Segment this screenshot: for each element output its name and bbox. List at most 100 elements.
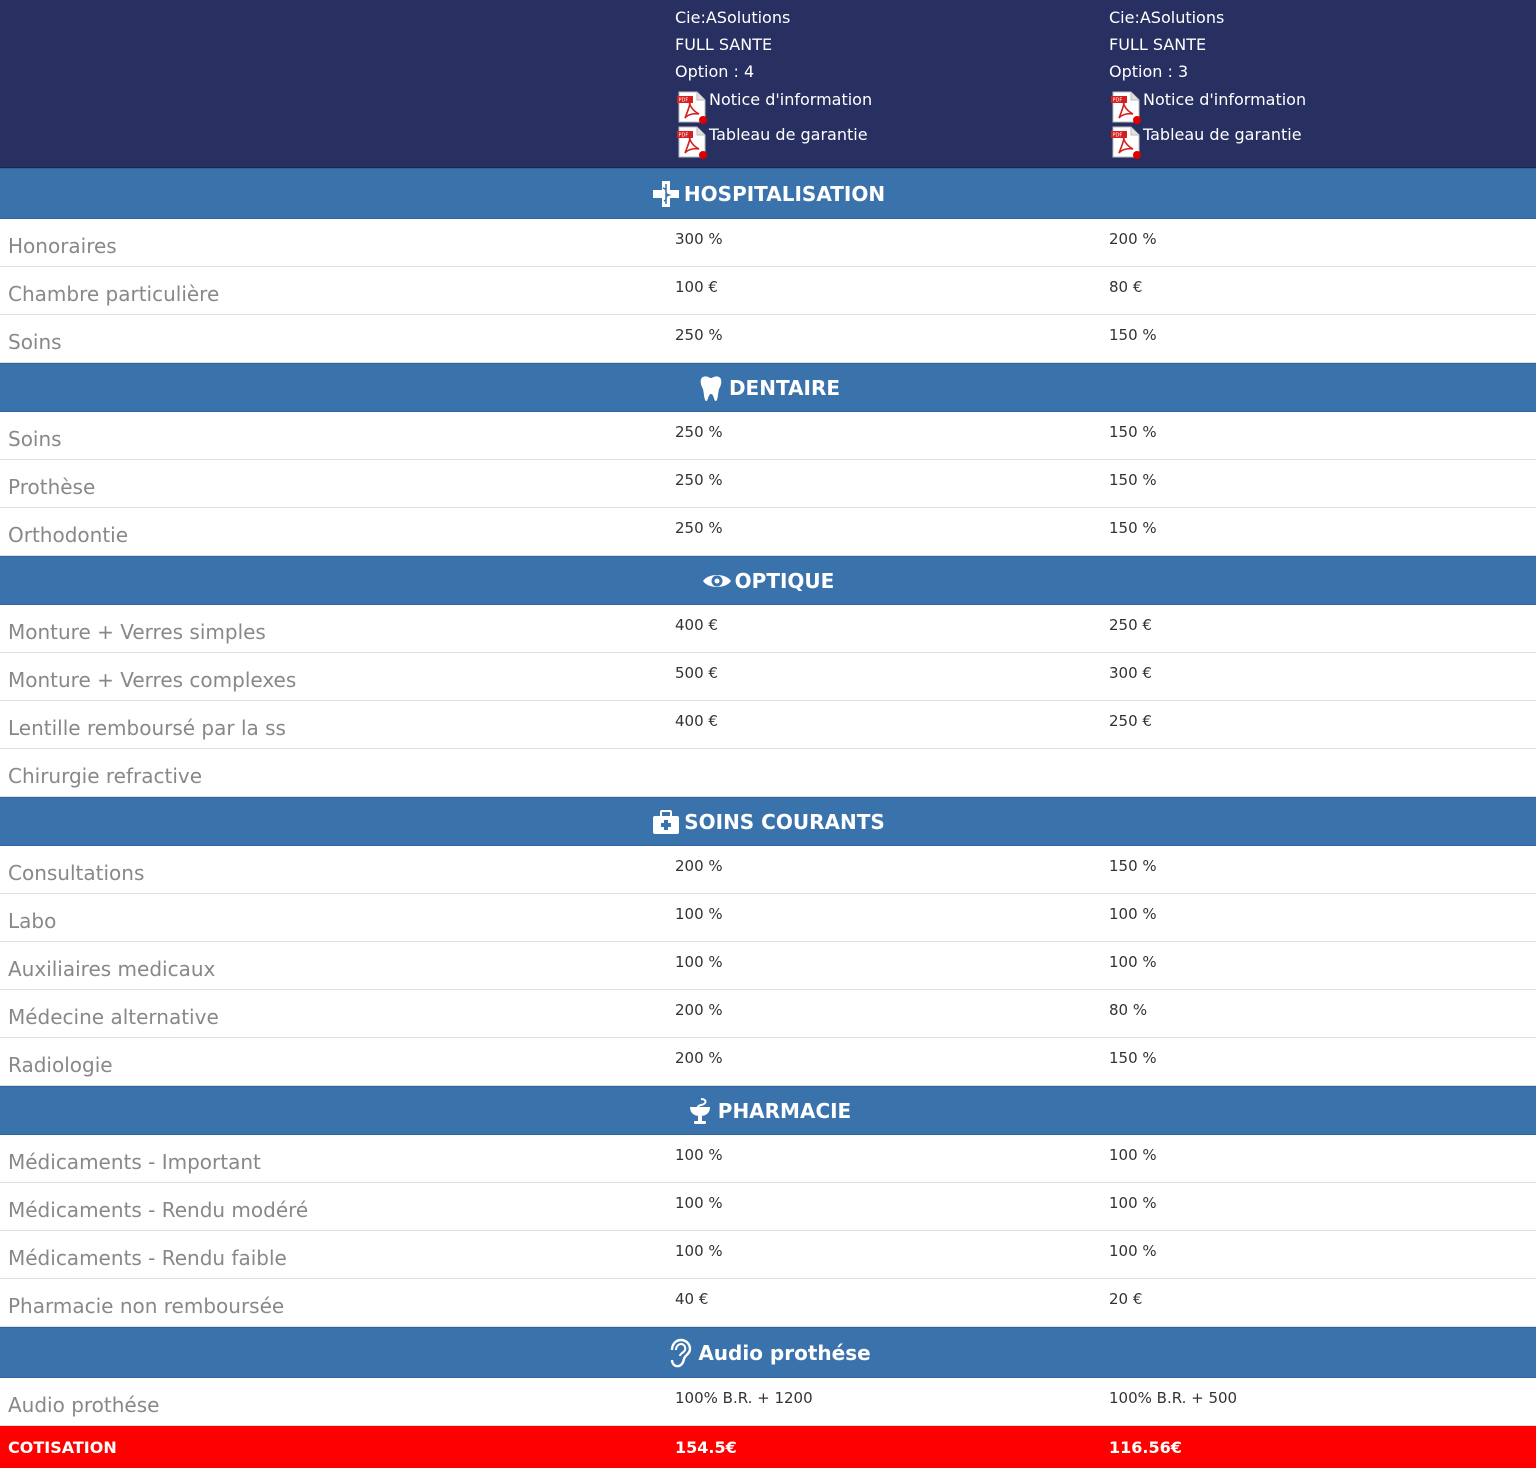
section-title: Audio prothése	[698, 1340, 871, 1365]
row-value-plan-2: 200 %	[1109, 230, 1157, 248]
table-row: Soins 250 % 150 %	[0, 315, 1536, 363]
row-label: Pharmacie non remboursée	[8, 1294, 285, 1318]
table-row: Médicaments - Rendu modéré 100 % 100 %	[0, 1183, 1536, 1231]
section-title: SOINS COURANTS	[684, 809, 885, 834]
tableau-garantie-label: Tableau de garantie	[709, 125, 868, 144]
svg-text:PDF: PDF	[1113, 133, 1123, 139]
table-row: Médicaments - Important 100 % 100 %	[0, 1135, 1536, 1183]
row-value-plan-1: 200 %	[675, 1049, 723, 1067]
row-value-plan-1: 200 %	[675, 857, 723, 875]
plan-option: Option : 3	[1109, 62, 1189, 81]
cotisation-value-plan-2: 116.56€	[1109, 1438, 1182, 1457]
svg-text:PDF: PDF	[679, 133, 689, 139]
tableau-garantie-link[interactable]: PDF Tableau de garantie	[675, 125, 868, 159]
table-row: Soins 250 % 150 %	[0, 412, 1536, 460]
row-value-plan-1: 250 %	[675, 326, 723, 344]
svg-text:PDF: PDF	[679, 98, 689, 104]
row-value-plan-2: 100% B.R. + 500	[1109, 1389, 1238, 1407]
tooth-icon	[700, 375, 722, 401]
row-label: Orthodontie	[8, 523, 129, 547]
row-label: Labo	[8, 909, 57, 933]
row-label: Honoraires	[8, 234, 117, 258]
section-title: OPTIQUE	[734, 568, 835, 593]
table-row: Monture + Verres simples 400 € 250 €	[0, 605, 1536, 653]
row-value-plan-1: 100 %	[675, 1242, 723, 1260]
row-value-plan-2: 150 %	[1109, 857, 1157, 875]
section-header-audio-prothese: Audio prothése	[0, 1327, 1536, 1378]
row-value-plan-2: 250 €	[1109, 712, 1152, 730]
row-value-plan-2: 150 %	[1109, 1049, 1157, 1067]
notice-information-link[interactable]: PDF Notice d'information	[675, 90, 872, 124]
medical-kit-icon	[653, 809, 680, 834]
row-value-plan-1: 300 %	[675, 230, 723, 248]
row-value-plan-1: 250 %	[675, 519, 723, 537]
row-label: Médicaments - Rendu faible	[8, 1246, 287, 1270]
row-value-plan-1: 100% B.R. + 1200	[675, 1389, 813, 1407]
row-value-plan-1: 200 %	[675, 1001, 723, 1019]
row-value-plan-2: 100 %	[1109, 905, 1157, 923]
row-label: Médicaments - Rendu modéré	[8, 1198, 309, 1222]
pharmacy-bowl-icon	[689, 1097, 710, 1124]
section-header-hospitalisation: HOSPITALISATION	[0, 168, 1536, 219]
row-label: Monture + Verres simples	[8, 620, 266, 644]
section-title: DENTAIRE	[728, 375, 841, 400]
tableau-garantie-link[interactable]: PDF Tableau de garantie	[1109, 125, 1302, 159]
plans-header: Cie:ASolutions FULL SANTE Option : 4 PDF…	[0, 0, 1536, 168]
pdf-icon: PDF	[1111, 91, 1141, 124]
row-value-plan-1: 250 %	[675, 423, 723, 441]
tableau-garantie-label: Tableau de garantie	[1143, 125, 1302, 144]
row-label: Soins	[8, 427, 62, 451]
row-value-plan-1: 100 %	[675, 905, 723, 923]
notice-information-link[interactable]: PDF Notice d'information	[1109, 90, 1306, 124]
section-title: HOSPITALISATION	[683, 181, 886, 206]
row-value-plan-2: 100 %	[1109, 1146, 1157, 1164]
table-row: Chambre particulière 100 € 80 €	[0, 267, 1536, 315]
ear-icon	[671, 1338, 692, 1367]
table-row: Monture + Verres complexes 500 € 300 €	[0, 653, 1536, 701]
notice-information-label: Notice d'information	[1143, 90, 1307, 109]
row-value-plan-1: 100 %	[675, 1146, 723, 1164]
row-value-plan-2: 300 €	[1109, 664, 1152, 682]
table-row: Consultations 200 % 150 %	[0, 846, 1536, 894]
table-row: Radiologie 200 % 150 %	[0, 1038, 1536, 1086]
row-value-plan-2: 100 %	[1109, 1242, 1157, 1260]
pdf-icon: PDF	[677, 91, 707, 124]
section-header-pharmacie: PHARMACIE	[0, 1086, 1536, 1135]
row-value-plan-2: 150 %	[1109, 471, 1157, 489]
row-value-plan-2: 250 €	[1109, 616, 1152, 634]
row-label: Médicaments - Important	[8, 1150, 261, 1174]
cotisation-row: COTISATION 154.5€ 116.56€	[0, 1426, 1536, 1468]
row-value-plan-1: 100 €	[675, 278, 718, 296]
table-row: Labo 100 % 100 %	[0, 894, 1536, 942]
plan-column-2: Cie:ASolutions FULL SANTE Option : 3 PDF…	[1109, 0, 1529, 167]
table-row: Orthodontie 250 % 150 %	[0, 508, 1536, 556]
row-label: Chambre particulière	[8, 282, 220, 306]
row-value-plan-1: 100 %	[675, 953, 723, 971]
plan-option: Option : 4	[675, 62, 755, 81]
row-label: Chirurgie refractive	[8, 764, 203, 788]
row-value-plan-2: 20 €	[1109, 1290, 1143, 1308]
cotisation-label: COTISATION	[8, 1438, 117, 1457]
table-row: Honoraires 300 % 200 %	[0, 219, 1536, 267]
row-label: Audio prothése	[8, 1393, 160, 1417]
section-header-dentaire: DENTAIRE	[0, 363, 1536, 412]
plan-column-1: Cie:ASolutions FULL SANTE Option : 4 PDF…	[675, 0, 1095, 167]
section-header-optique: OPTIQUE	[0, 556, 1536, 605]
table-row: Médecine alternative 200 % 80 %	[0, 990, 1536, 1038]
cotisation-value-plan-1: 154.5€	[675, 1438, 737, 1457]
row-value-plan-2: 150 %	[1109, 326, 1157, 344]
pdf-icon: PDF	[1111, 126, 1141, 159]
row-value-plan-1: 100 %	[675, 1194, 723, 1212]
comparison-table: Cie:ASolutions FULL SANTE Option : 4 PDF…	[0, 0, 1536, 1468]
section-header-soins-courants: SOINS COURANTS	[0, 797, 1536, 846]
row-value-plan-2: 80 %	[1109, 1001, 1148, 1019]
pdf-icon: PDF	[677, 126, 707, 159]
row-value-plan-1: 500 €	[675, 664, 718, 682]
row-value-plan-2: 150 %	[1109, 423, 1157, 441]
notice-information-label: Notice d'information	[709, 90, 873, 109]
row-label: Lentille remboursé par la ss	[8, 716, 286, 740]
row-value-plan-1: 250 %	[675, 471, 723, 489]
table-row: Lentille remboursé par la ss 400 € 250 €	[0, 701, 1536, 749]
row-value-plan-1: 400 €	[675, 712, 718, 730]
row-value-plan-2: 100 %	[1109, 1194, 1157, 1212]
